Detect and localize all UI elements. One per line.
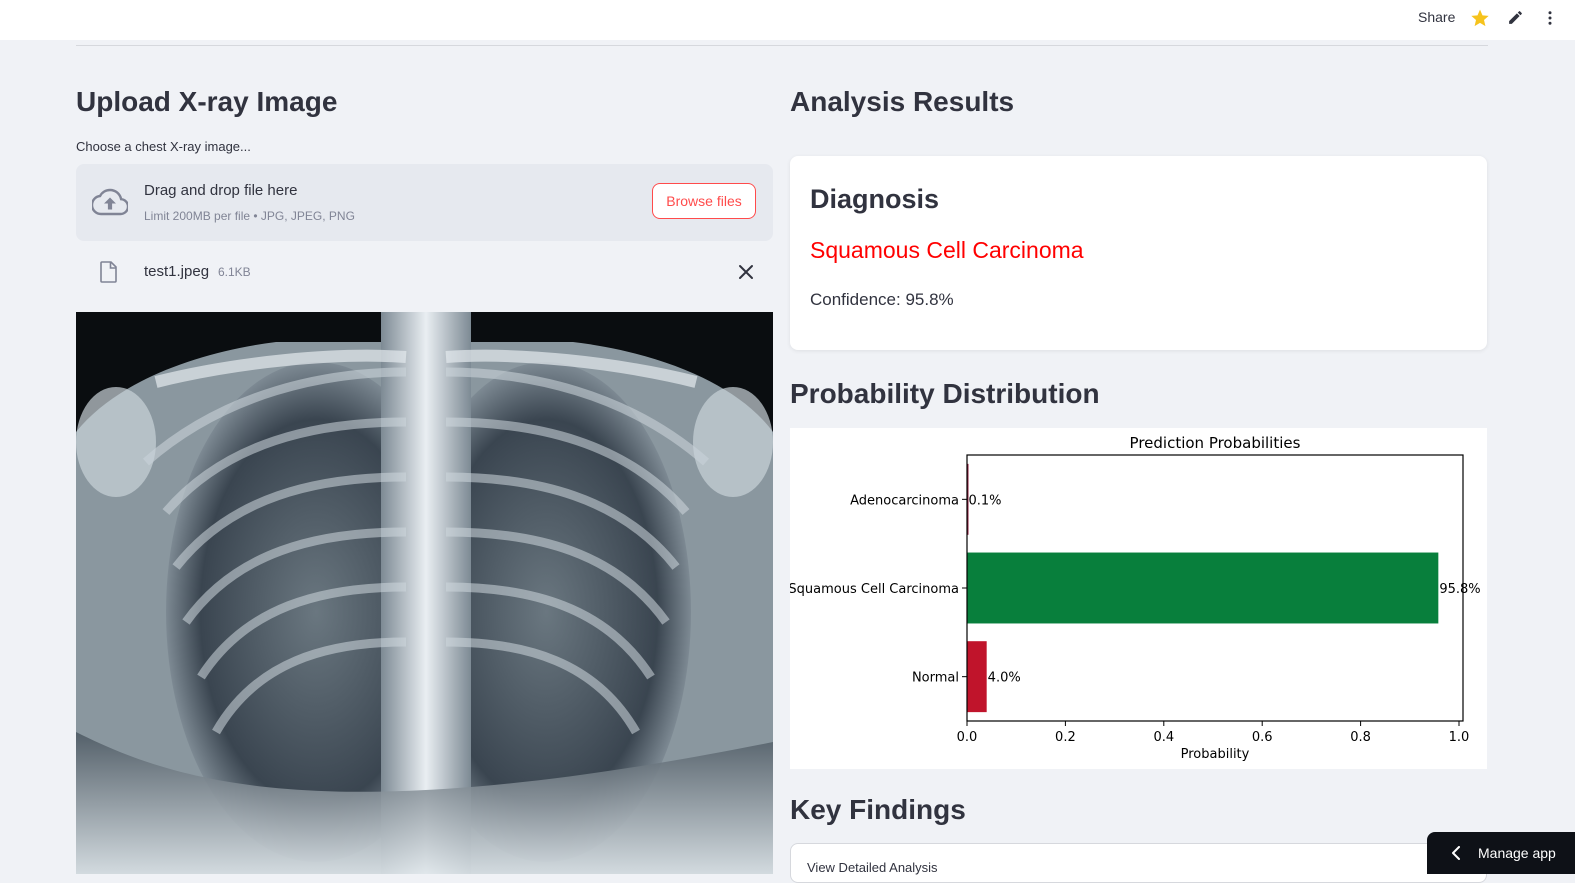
findings-heading: Key Findings — [790, 794, 966, 825]
dropzone-title: Drag and drop file here — [144, 182, 298, 199]
uploader-label: Choose a chest X-ray image... — [76, 139, 251, 154]
xray-image — [76, 312, 773, 874]
chart-xtick-label: 0.4 — [1153, 730, 1174, 745]
chart-bar — [967, 552, 1439, 624]
chevron-left-icon — [1452, 846, 1460, 860]
chart-data-label: 95.8% — [1439, 582, 1480, 597]
share-button[interactable]: Share — [1418, 9, 1455, 25]
file-dropzone[interactable]: Drag and drop file here Limit 200MB per … — [76, 164, 773, 241]
chart-xtick-label: 0.2 — [1055, 730, 1076, 745]
detailed-analysis-expander[interactable]: View Detailed Analysis — [790, 843, 1487, 883]
chart-title: Prediction Probabilities — [1130, 434, 1301, 452]
chart-data-label: 4.0% — [988, 671, 1021, 686]
chart-xlabel: Probability — [1181, 747, 1250, 762]
chart-xtick-label: 0.6 — [1252, 730, 1273, 745]
chart-svg: Prediction Probabilities Adenocarcinoma 0.… — [790, 434, 1481, 762]
chart-category-label: Adenocarcinoma — [850, 493, 959, 508]
diagnosis-title: Diagnosis — [810, 184, 940, 214]
browse-files-button[interactable]: Browse files — [652, 183, 756, 219]
manage-app-label: Manage app — [1478, 845, 1556, 861]
chart-category-label: Normal — [912, 671, 959, 686]
chart-bar — [967, 641, 987, 713]
file-icon — [100, 261, 117, 283]
upload-heading: Upload X-ray Image — [76, 86, 338, 117]
confidence-text: Confidence: 95.8% — [810, 290, 954, 309]
results-heading: Analysis Results — [790, 86, 1015, 117]
star-icon[interactable] — [1470, 8, 1490, 28]
probability-heading: Probability Distribution — [790, 378, 1100, 409]
uploaded-file: test1.jpeg 6.1KB — [76, 252, 773, 292]
manage-app-button[interactable]: Manage app — [1427, 832, 1575, 874]
top-bar: Share — [0, 0, 1575, 40]
expander-label: View Detailed Analysis — [807, 860, 938, 875]
dropzone-limit: Limit 200MB per file • JPG, JPEG, PNG — [144, 209, 355, 223]
chart-xtick-label: 1.0 — [1449, 730, 1470, 745]
diagnosis-card: Diagnosis Squamous Cell Carcinoma Confid… — [790, 156, 1487, 350]
more-icon[interactable] — [1541, 8, 1559, 28]
cloud-upload-icon — [92, 188, 128, 216]
edit-icon[interactable] — [1507, 9, 1524, 26]
file-size: 6.1KB — [218, 265, 251, 279]
chart-category-label: Squamous Cell Carcinoma — [790, 582, 959, 597]
chart-data-label: 0.1% — [968, 493, 1001, 508]
chart-xtick-label: 0.8 — [1350, 730, 1371, 745]
file-name: test1.jpeg — [144, 263, 210, 280]
chart-xtick-label: 0.0 — [957, 730, 978, 745]
divider — [76, 45, 1488, 46]
probability-chart: Prediction Probabilities Adenocarcinoma 0.… — [790, 428, 1487, 769]
close-icon[interactable] — [738, 264, 754, 280]
diagnosis-value: Squamous Cell Carcinoma — [810, 237, 1084, 263]
